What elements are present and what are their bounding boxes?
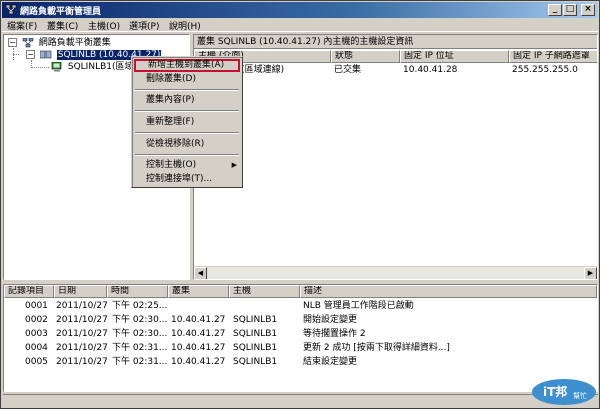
log-cell-description: 結束設定變更 <box>303 357 358 367</box>
log-cell-entry: 0002 <box>25 315 48 325</box>
tree-node-host[interactable]: SQLINLB1(區域 <box>51 61 134 73</box>
collapse-icon[interactable]: − <box>8 38 17 47</box>
log-header-host[interactable]: 主機 <box>229 285 300 298</box>
log-cell-entry: 0004 <box>25 343 48 353</box>
log-cell-entry: 0003 <box>25 329 48 339</box>
log-cell-time: 下午 02:30... <box>112 315 168 325</box>
log-cell-date: 2011/10/27 <box>56 343 108 353</box>
menu-item-remove-from-view[interactable]: 從檢視移除(R) <box>134 138 240 151</box>
host-computer-icon <box>51 61 62 71</box>
log-cell-host: SQLINLB1 <box>233 315 278 325</box>
collapse-icon[interactable]: − <box>26 50 35 59</box>
close-button[interactable]: × <box>581 4 595 16</box>
log-header-time[interactable]: 時間 <box>107 285 168 298</box>
scroll-left-icon[interactable]: ◀ <box>194 267 207 279</box>
log-cell-date: 2011/10/27 <box>56 315 108 325</box>
log-cell-host: SQLINLB1 <box>233 357 278 367</box>
menu-item-control-host[interactable]: 控制主機(O) ▶ <box>134 159 240 172</box>
log-pane[interactable]: 記錄項目 日期 時間 叢集 主機 描述 0001 2011/10/27 下午 02:… <box>3 284 598 392</box>
log-cell-cluster: 10.40.41.27 <box>171 357 226 367</box>
menu-cluster[interactable]: 叢集(C) <box>47 19 78 32</box>
log-cell-description: 更新 2 成功 [按兩下取得詳細資料...] <box>303 343 450 353</box>
log-cell-time: 下午 02:31... <box>112 357 168 367</box>
maximize-button[interactable]: □ <box>563 4 577 16</box>
log-header-date[interactable]: 日期 <box>54 285 107 298</box>
menu-options[interactable]: 選項(P) <box>129 19 159 32</box>
menu-separator <box>135 110 239 112</box>
log-cell-host: SQLINLB1 <box>233 343 278 353</box>
log-cell-cluster: 10.40.41.27 <box>171 343 226 353</box>
watermark-sub: 幫忙 <box>573 391 587 400</box>
scroll-right-icon[interactable]: ▶ <box>584 267 597 279</box>
cell-subnet: 255.255.255.0 <box>512 65 578 75</box>
log-cell-description: NLB 管理員工作階段已啟動 <box>303 301 414 311</box>
menu-help[interactable]: 說明(H) <box>169 19 201 32</box>
menu-item-control-host-label: 控制主機(O) <box>146 160 197 170</box>
tree-host-label: SQLINLB1(區域 <box>67 62 134 72</box>
log-cell-description: 等待擱置操作 2 <box>303 329 366 339</box>
cell-ip: 10.40.41.28 <box>403 65 458 75</box>
menu-item-refresh[interactable]: 重新整理(F) <box>134 116 240 129</box>
host-detail-pane[interactable]: 叢集 SQLINLB (10.40.41.27) 內主機的主機設定資訊 主機 (… <box>193 34 598 280</box>
log-header-entry[interactable]: 記錄項目 <box>4 285 54 298</box>
log-cell-time: 下午 02:30... <box>112 329 168 339</box>
menu-file[interactable]: 檔案(F) <box>7 19 37 32</box>
network-cluster-icon <box>22 37 34 47</box>
log-cell-entry: 0001 <box>25 301 48 311</box>
log-cell-description: 開始設定變更 <box>303 315 358 325</box>
nlb-manager-window: 網路負載平衡管理員 _ □ × 檔案(F) 叢集(C) 主機(O) 選項(P) … <box>0 0 600 409</box>
menu-bar: 檔案(F) 叢集(C) 主機(O) 選項(P) 說明(H) <box>2 18 598 32</box>
log-header-description[interactable]: 描述 <box>300 285 597 298</box>
log-cell-time: 下午 02:25... <box>112 301 168 311</box>
log-cell-cluster: 10.40.41.27 <box>171 329 226 339</box>
log-cell-cluster <box>171 300 229 312</box>
tree-root-label: 網路負載平衡叢集 <box>38 38 111 48</box>
log-cell-host <box>233 300 299 312</box>
cluster-context-menu: 新增主機到叢集(A) 刪除叢集(D) 叢集內容(P) 重新整理(F) 從檢視移除… <box>131 56 243 188</box>
menu-separator <box>135 89 239 91</box>
watermark-text: iT邦 <box>543 384 567 399</box>
menu-separator <box>135 132 239 134</box>
log-header-cluster[interactable]: 叢集 <box>168 285 229 298</box>
log-cell-cluster: 10.40.41.27 <box>171 315 226 325</box>
window-title: 網路負載平衡管理員 <box>20 7 102 17</box>
tree-node-root[interactable]: − 網路負載平衡叢集 <box>8 37 111 49</box>
column-header-ip[interactable]: 固定 IP 位址 <box>400 50 509 63</box>
log-cell-time: 下午 02:31... <box>112 343 168 353</box>
detail-header: 叢集 SQLINLB (10.40.41.27) 內主機的主機設定資訊 <box>194 35 597 49</box>
nlb-app-icon <box>5 4 17 15</box>
log-cell-host: SQLINLB1 <box>233 329 278 339</box>
horizontal-scrollbar[interactable]: ◀ ▶ <box>194 266 597 279</box>
log-cell-date: 2011/10/27 <box>56 329 108 339</box>
minimize-button[interactable]: _ <box>548 4 562 16</box>
menu-item-control-ports[interactable]: 控制連接埠(T)... <box>134 173 240 186</box>
log-cell-entry: 0005 <box>25 357 48 367</box>
ithome-watermark-logo: iT邦 幫忙 <box>532 379 596 405</box>
cell-state: 已交集 <box>334 65 362 75</box>
log-cell-date: 2011/10/27 <box>56 301 108 311</box>
menu-host[interactable]: 主機(O) <box>88 19 120 32</box>
column-header-subnet[interactable]: 固定 IP 子網路遮罩 <box>509 50 597 63</box>
cluster-icon <box>39 50 52 58</box>
submenu-arrow-icon: ▶ <box>231 161 237 169</box>
log-cell-date: 2011/10/27 <box>56 357 108 367</box>
title-bar[interactable]: 網路負載平衡管理員 _ □ × <box>2 2 598 18</box>
menu-separator <box>135 154 239 156</box>
column-header-state[interactable]: 狀態 <box>331 50 400 63</box>
menu-item-cluster-properties[interactable]: 叢集內容(P) <box>134 94 240 107</box>
menu-item-delete-cluster[interactable]: 刪除叢集(D) <box>134 73 240 86</box>
status-bar <box>3 394 598 408</box>
menu-item-add-host[interactable]: 新增主機到叢集(A) <box>134 59 240 72</box>
